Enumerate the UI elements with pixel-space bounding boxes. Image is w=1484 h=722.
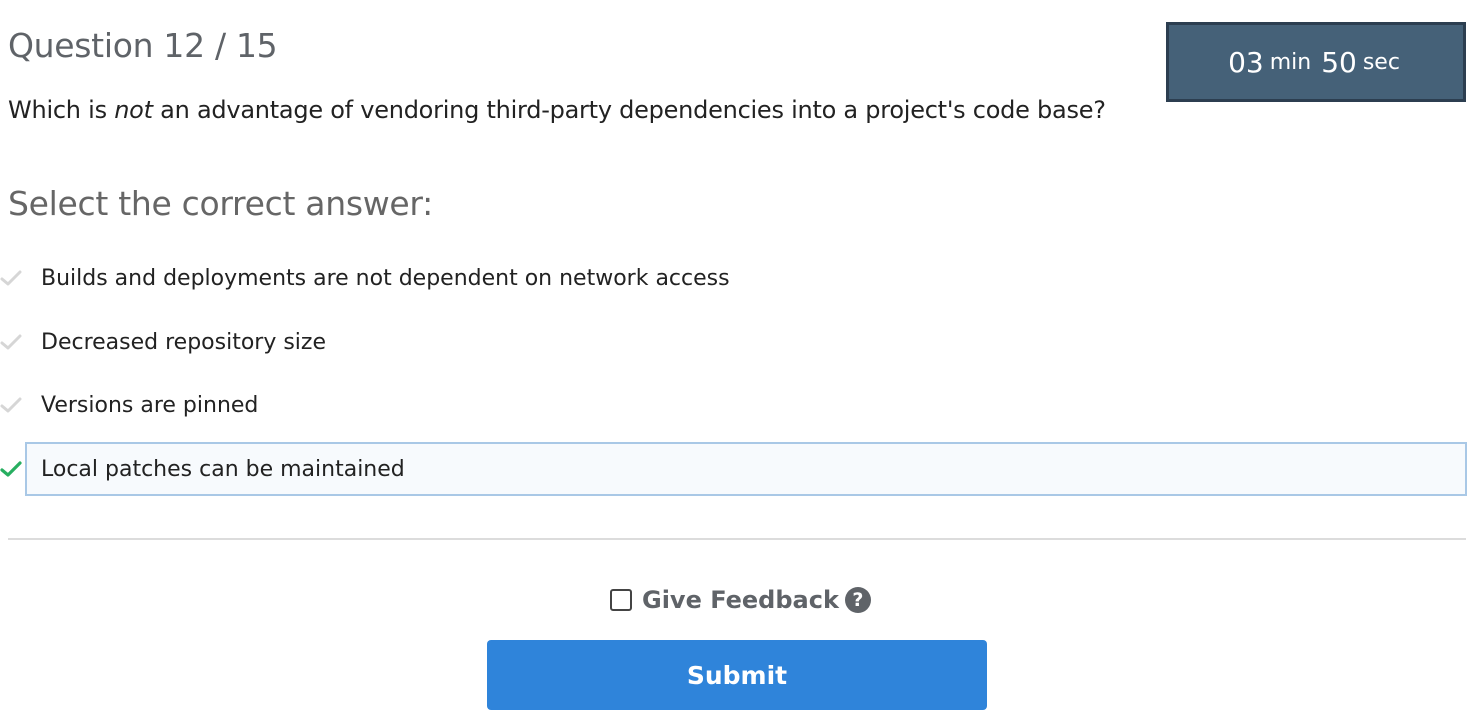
answer-option-label: Builds and deployments are not dependent…	[41, 265, 730, 291]
countdown-timer: 03 min 50 sec	[1166, 22, 1466, 102]
answer-option-label: Versions are pinned	[41, 392, 259, 418]
quiz-page: Question 12 / 15 03 min 50 sec Which is …	[0, 0, 1484, 722]
answer-option-1[interactable]: Builds and deployments are not dependent…	[0, 251, 1468, 305]
timer-minutes-unit: min	[1269, 49, 1312, 75]
feedback-checkbox[interactable]	[610, 589, 632, 611]
answer-prompt-heading: Select the correct answer:	[8, 184, 433, 223]
question-circle-icon[interactable]: ?	[844, 587, 871, 613]
answer-option-label: Local patches can be maintained	[25, 442, 1467, 496]
question-text-start: Which is	[8, 96, 115, 124]
answer-option-2[interactable]: Decreased repository size	[0, 315, 1468, 369]
timer-seconds-unit: sec	[1362, 49, 1400, 75]
question-emphasis: not	[114, 96, 153, 124]
answer-option-3[interactable]: Versions are pinned	[0, 378, 1468, 432]
timer-seconds: 50	[1321, 45, 1357, 79]
submit-button[interactable]: Submit	[487, 640, 987, 710]
check-icon	[0, 315, 26, 369]
feedback-label: Give Feedback	[642, 586, 839, 614]
divider	[8, 538, 1466, 540]
check-icon-selected	[0, 442, 26, 496]
check-icon	[0, 251, 26, 305]
timer-minutes: 03	[1228, 45, 1264, 79]
answer-option-4-selected[interactable]: Local patches can be maintained	[0, 442, 1468, 496]
give-feedback-toggle[interactable]: Give Feedback ?	[610, 586, 871, 614]
question-text: Which is not an advantage of vendoring t…	[8, 96, 1106, 124]
question-text-end: an advantage of vendoring third-party de…	[152, 96, 1106, 124]
question-counter: Question 12 / 15	[8, 26, 278, 65]
answer-option-label: Decreased repository size	[41, 329, 327, 355]
check-icon	[0, 378, 26, 432]
